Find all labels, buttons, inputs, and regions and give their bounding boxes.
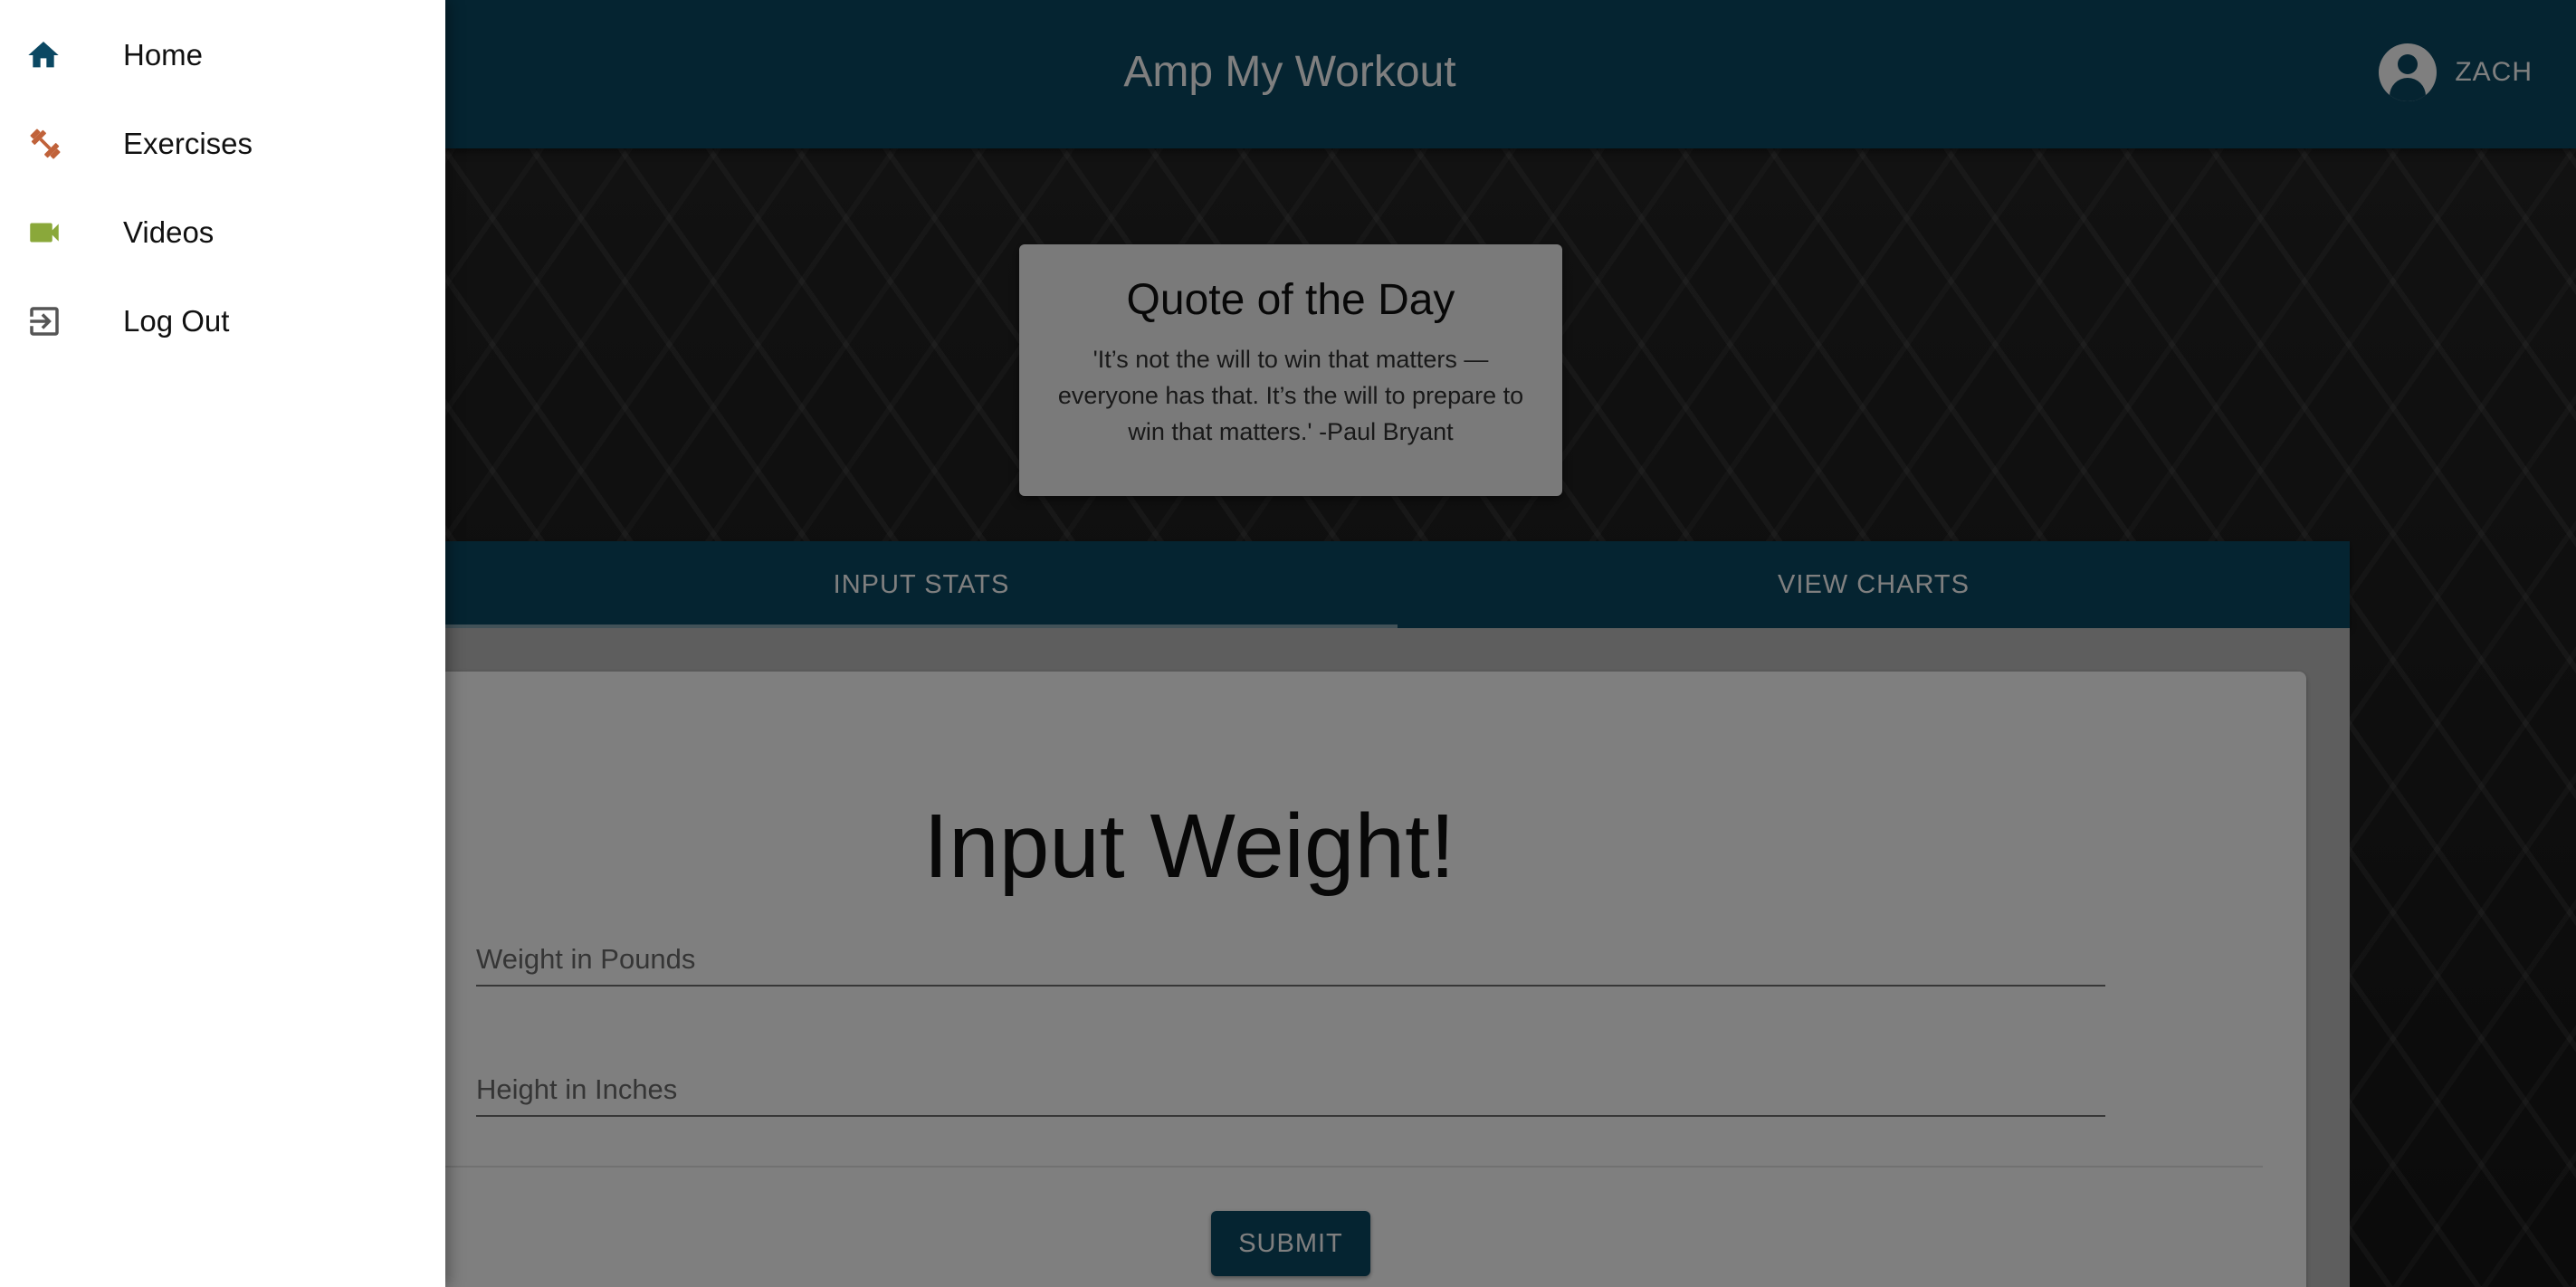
app-root: Amp My Workout ZACH Quote of the Day 'It… xyxy=(0,0,2576,1287)
drawer-item-logout[interactable]: Log Out xyxy=(0,277,445,366)
home-icon xyxy=(0,37,123,73)
drawer-item-exercises[interactable]: Exercises xyxy=(0,100,445,188)
drawer-item-label: Exercises xyxy=(123,127,253,160)
navigation-drawer: Home Exercises Videos Log Out xyxy=(0,0,445,1287)
dumbbell-icon xyxy=(0,124,123,164)
drawer-item-videos[interactable]: Videos xyxy=(0,188,445,277)
drawer-item-home[interactable]: Home xyxy=(0,11,445,100)
video-camera-icon xyxy=(0,214,123,252)
drawer-item-label: Home xyxy=(123,38,204,72)
logout-icon xyxy=(0,302,123,340)
drawer-item-label: Videos xyxy=(123,215,215,249)
drawer-item-label: Log Out xyxy=(123,304,230,338)
